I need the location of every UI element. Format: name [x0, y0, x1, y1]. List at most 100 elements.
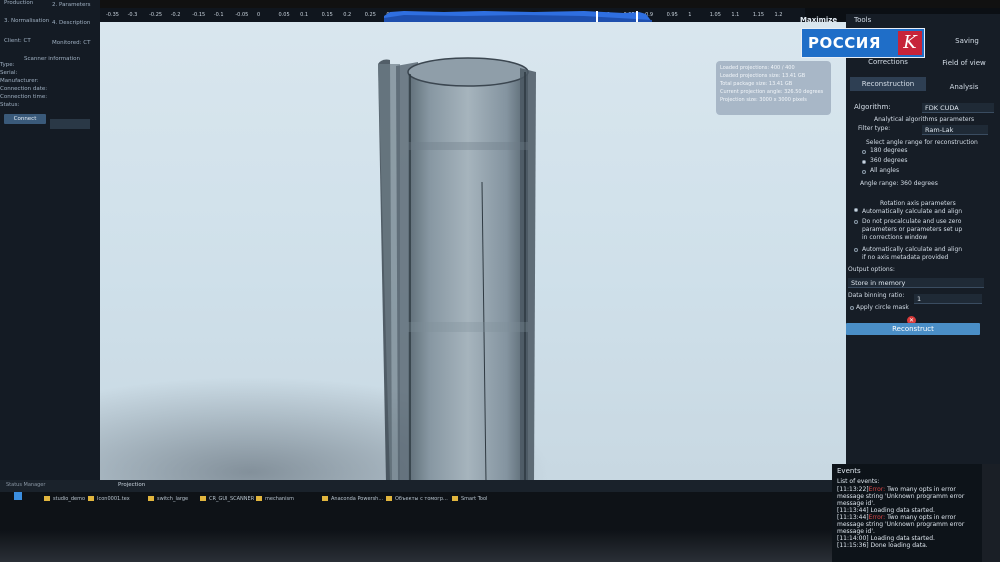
taskbar-item[interactable]: Anaconda Powersh... — [322, 496, 383, 502]
event-time: [11:13:22] — [837, 486, 869, 493]
left-item[interactable]: 3. Normalisation — [4, 18, 49, 24]
info-line: Total package size: 13.41 GB — [720, 81, 793, 87]
taskbar-item[interactable]: Icon0001.tex — [88, 496, 130, 502]
taskbar-item[interactable]: switch_large — [148, 496, 188, 502]
tools-label: Tools — [854, 16, 872, 24]
ruler-tick: 0.05 — [278, 12, 290, 18]
ruler-tick: 1.05 — [709, 12, 721, 18]
radio-label: Automatically calculate and align — [862, 246, 963, 253]
folder-icon — [88, 496, 94, 501]
taskbar-item-label: Icon0001.tex — [97, 496, 130, 502]
tab-saving[interactable]: Saving — [942, 34, 992, 48]
radio-180[interactable] — [862, 150, 866, 154]
event-line: [11:14:00] Loading data started. — [837, 535, 935, 542]
histogram — [384, 11, 652, 22]
radio-all[interactable] — [862, 170, 866, 174]
event-time: [11:15:36] — [837, 542, 869, 549]
info-line: Current projection angle: 326.50 degrees — [720, 89, 824, 95]
left-item[interactable]: 2. Parameters — [52, 2, 90, 8]
events-list-title: List of events: — [837, 478, 880, 485]
ruler-tick: -0.35 — [106, 12, 119, 18]
taskbar-item[interactable]: mechanism — [256, 496, 294, 502]
taskbar-item-label: studio_demo — [53, 496, 86, 502]
radio-zero[interactable] — [854, 220, 858, 224]
taskbar-item-label: mechanism — [265, 496, 294, 502]
event-message: Two many opts in error — [885, 514, 956, 521]
radio-auto-align[interactable] — [854, 208, 858, 212]
radio-label: Automatically calculate and align — [862, 208, 963, 215]
event-time: [11:13:44] — [837, 507, 869, 514]
events-panel: Events List of events: [11:13:22]Error: … — [832, 464, 982, 562]
event-line: [11:15:36] Done loading data. — [837, 542, 928, 549]
event-line: [11:13:44]Error: Two many opts in error — [837, 514, 956, 521]
left-item[interactable]: Monitored: CT — [52, 40, 90, 46]
ruler-tick: 0.95 — [666, 12, 678, 18]
tab-field-of-view[interactable]: Field of view — [928, 56, 1000, 70]
info-line: Loaded projections size: 13.41 GB — [720, 73, 806, 79]
radio-label: All angles — [870, 167, 900, 174]
status-bar: Status Manager Projection — [0, 480, 832, 492]
ruler-tick: -0.25 — [149, 12, 163, 18]
event-time: [11:14:00] — [837, 535, 869, 542]
filter-select[interactable]: Ram-Lak — [922, 125, 988, 135]
radio-label: 360 degrees — [870, 157, 908, 164]
taskbar-item-label: Smart Tool — [461, 496, 488, 502]
tab-reconstruction[interactable]: Reconstruction — [850, 77, 926, 91]
field-label: Type: — [0, 62, 15, 68]
event-line: [11:13:22]Error: Two many opts in error — [837, 486, 956, 493]
event-line: message string 'Unknown programm error — [837, 521, 964, 528]
left-panel: Production 2. Parameters 3. Normalisatio… — [0, 0, 100, 480]
logo-text: РОССИЯ — [808, 34, 881, 52]
field-label: Status: — [0, 102, 20, 108]
taskbar-item-label: CR_GUI_SCANNER — [209, 496, 255, 502]
folder-icon — [200, 496, 206, 501]
radio-auto-if-none[interactable] — [854, 248, 858, 252]
ruler-tick: -0.15 — [192, 12, 206, 18]
event-message: message id'. — [837, 528, 875, 535]
radio-label: if no axis metadata provided — [862, 254, 949, 261]
disconnect-button[interactable] — [50, 119, 90, 129]
channel-logo: РОССИЯ K — [801, 28, 925, 58]
field-label: Connection date: — [0, 86, 48, 92]
reconstruct-button[interactable]: Reconstruct — [846, 323, 980, 335]
output-select[interactable]: Store in memory — [848, 278, 984, 288]
rotation-title: Rotation axis parameters — [880, 200, 956, 207]
taskbar-item[interactable]: Smart Tool — [452, 496, 487, 502]
taskbar-item[interactable]: CR_GUI_SCANNER — [200, 496, 254, 502]
view-mode-select[interactable]: Projection — [118, 482, 145, 488]
status-manager-label: Status Manager — [6, 482, 46, 488]
binning-input[interactable]: 1 — [914, 294, 982, 304]
radio-label: in corrections window — [862, 234, 928, 241]
screen-edge-right — [982, 464, 1000, 562]
right-panel: Tools Saving Corrections Field of view R… — [846, 14, 1000, 480]
taskbar-item[interactable]: studio_demo — [44, 496, 85, 502]
left-item[interactable]: 4. Description — [52, 20, 90, 26]
folder-icon — [148, 496, 154, 501]
filter-label: Filter type: — [858, 125, 891, 132]
left-item[interactable]: Client: CT — [4, 38, 31, 44]
ruler-tick: 1.2 — [774, 12, 783, 18]
windows-start-icon[interactable] — [14, 492, 22, 500]
event-message: message id'. — [837, 500, 875, 507]
left-item[interactable]: Production — [4, 0, 33, 6]
radio-label: Do not precalculate and use zero — [862, 218, 962, 225]
output-label: Output options: — [848, 266, 895, 273]
ruler-tick: -0.1 — [213, 12, 224, 18]
circle-mask-checkbox[interactable] — [850, 306, 854, 310]
taskbar-item[interactable]: Объекты с томогр... — [386, 496, 448, 502]
ruler-tick: 0.2 — [343, 12, 352, 18]
folder-icon — [256, 496, 262, 501]
folder-icon — [322, 496, 328, 501]
info-line: Loaded projections: 400 / 400 — [720, 65, 795, 71]
field-label: Manufacturer: — [0, 78, 39, 84]
event-message: Loading data started. — [868, 507, 935, 514]
radio-360[interactable] — [862, 160, 866, 164]
angle-range-text: Angle range: 360 degrees — [860, 180, 938, 187]
ruler-tick: 0 — [256, 12, 261, 18]
ruler-tick: 0.25 — [364, 12, 376, 18]
folder-icon — [386, 496, 392, 501]
monitor-bezel — [0, 0, 1000, 8]
connect-button[interactable]: Connect — [4, 114, 46, 124]
tab-analysis[interactable]: Analysis — [928, 80, 1000, 94]
algorithm-select[interactable]: FDK CUDA — [922, 103, 994, 113]
